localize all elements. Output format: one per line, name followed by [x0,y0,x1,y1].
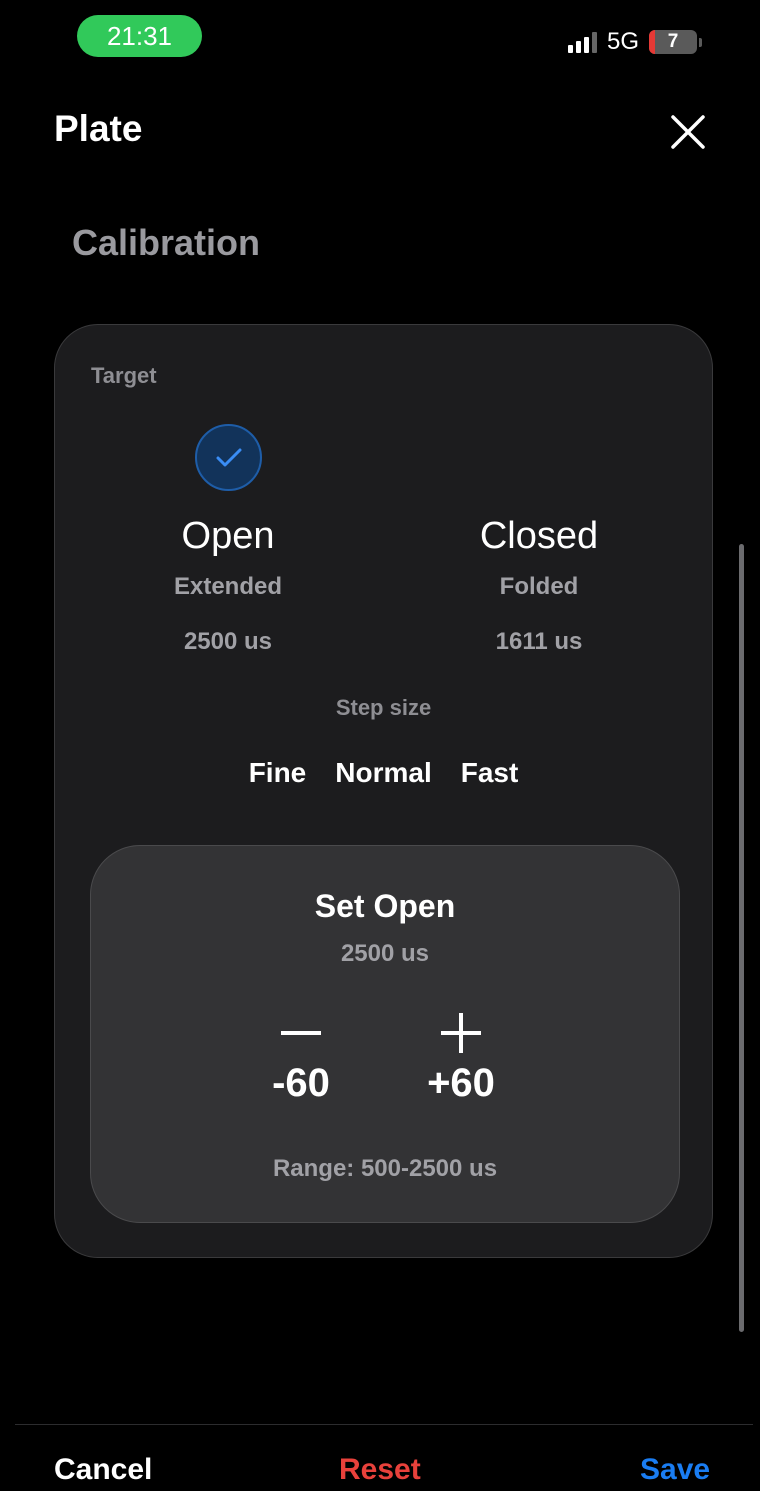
battery-level: 7 [667,31,679,52]
reset-button[interactable]: Reset [339,1453,421,1487]
step-option-fast[interactable]: Fast [461,757,519,789]
selected-check-icon [195,424,262,491]
target-label: Target [91,363,157,388]
close-icon [671,115,705,149]
scrollbar[interactable] [739,544,744,1332]
increment-label: +60 [427,1061,495,1105]
decrement-button[interactable]: -60 [241,1011,361,1121]
network-type: 5G [606,28,639,55]
adjust-panel: Set Open 2500 us -60 +60 Range: 500-2500… [90,845,680,1223]
range-text: Range: 500-2500 us [272,1155,498,1182]
calibration-screen: 21:31 5G 7 Plate Calibration Target Open… [0,0,760,1491]
step-size-selector: Fine Normal Fast [55,757,712,789]
save-button[interactable]: Save [640,1453,710,1487]
target-open-name: Open [181,515,275,557]
battery-nub [699,37,702,47]
target-open-value: 2500 us [183,628,273,655]
status-indicators: 5G 7 [567,26,702,58]
section-title: Calibration [72,222,261,263]
increment-button[interactable]: +60 [401,1011,521,1121]
target-closed-name: Closed [479,515,599,557]
step-size-label: Step size [335,695,432,720]
footer-divider [15,1424,753,1425]
adjust-value: 2500 us [340,940,430,967]
page-title: Plate [54,108,143,149]
decrement-label: -60 [272,1061,330,1105]
adjust-title: Set Open [314,888,456,924]
plus-icon [441,1013,481,1053]
close-button[interactable] [668,112,708,152]
battery-icon: 7 [649,30,697,54]
cancel-button[interactable]: Cancel [54,1453,152,1487]
step-option-fine[interactable]: Fine [249,757,307,789]
calibration-card: Target Open Extended 2500 us Closed Fold… [54,324,713,1258]
signal-icon [567,31,597,53]
target-open-state: Extended [173,573,283,600]
minus-icon [281,1031,321,1035]
step-option-normal[interactable]: Normal [335,757,431,789]
target-closed-value: 1611 us [495,628,583,655]
status-time: 21:31 [77,15,202,57]
target-closed-state: Folded [499,573,579,600]
